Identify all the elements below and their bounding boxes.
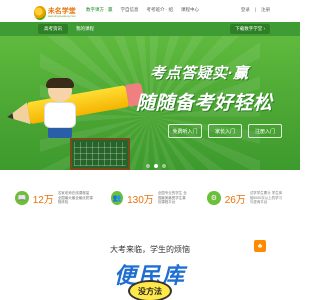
stats-row: 📖 12万 名家老师在线课程量 全国最大最全最优质课程体验 👥 130万 全国专…: [0, 178, 300, 218]
stat-description: 全国专业的学生 全国最美最受学生喜欢课程平台: [157, 191, 187, 205]
carousel-dots: [146, 164, 166, 168]
nav-item-4[interactable]: 课程中心: [181, 7, 199, 13]
users-icon: 👥: [111, 191, 124, 205]
stat-number: 130万: [127, 194, 154, 206]
site-logo[interactable]: 未名学堂 weimingxuetang.com: [34, 4, 76, 22]
register-link[interactable]: 注册: [261, 7, 270, 13]
stat-trials: ⚙ 26万 试学学生累计 学生体验5000次以上的学习与咨询平台: [207, 178, 285, 218]
gear-icon: ⚙: [207, 191, 221, 205]
stat-students: 👥 130万 全国专业的学生 全国最美最受学生喜欢课程平台: [111, 178, 189, 218]
book-icon: 📖: [15, 191, 29, 205]
logo-mark-icon: [34, 6, 46, 20]
hero-slogan-2: 随随备考好轻松: [136, 93, 273, 114]
sub-nav-bar: 高考资讯 我的课程 下载数字学堂 ›: [0, 22, 300, 36]
stat-courses: 📖 12万 名家老师在线课程量 全国最大最全最优质课程体验: [15, 178, 93, 218]
register-entry-button[interactable]: 注册入门: [248, 124, 282, 138]
nav-item-3[interactable]: 考考班介 · 绍: [147, 7, 174, 13]
hero-buttons: 免费听入门 家长入门 注册入门: [168, 124, 282, 138]
chalkboard-illustration: [70, 138, 130, 170]
stat-description: 试学学生累计 学生体验5000次以上的学习与咨询平台: [249, 191, 283, 205]
carousel-dot-2[interactable]: [154, 164, 158, 168]
speech-bubble: 没方法: [128, 280, 172, 300]
clover-icon: ♣: [254, 240, 266, 252]
main-nav: 数字课方 · 赢 学自信息 考考班介 · 绍 课程中心: [86, 7, 199, 13]
divider: |: [254, 7, 256, 12]
parent-entry-button[interactable]: 家长入门: [208, 124, 242, 138]
free-trial-button[interactable]: 免费听入门: [168, 124, 202, 138]
download-app-button[interactable]: 下载数字学堂 ›: [230, 24, 270, 34]
nav-item-2[interactable]: 学自信息: [121, 7, 139, 13]
stat-number: 12万: [32, 194, 54, 206]
login-link[interactable]: 登录: [241, 7, 250, 13]
carousel-dot-3[interactable]: [162, 164, 166, 168]
tab-my-courses[interactable]: 我的课程: [70, 24, 100, 34]
stat-number: 26万: [224, 194, 246, 206]
tab-exam-news[interactable]: 高考资讯: [38, 24, 68, 34]
logo-subtitle: weimingxuetang.com: [47, 14, 76, 18]
carousel-dot-1[interactable]: [146, 164, 150, 168]
student-character: [38, 78, 82, 138]
nav-item-1[interactable]: 数字课方 · 赢: [86, 7, 113, 13]
stat-description: 名家老师在线课程量 全国最大最全最优质课程体验: [57, 191, 93, 205]
hero-slogan-1: 考点答疑实·赢: [150, 65, 249, 82]
auth-links: 登录 | 注册: [241, 7, 270, 13]
hero-banner[interactable]: 考点答疑实·赢 随随备考好轻松 免费听入门 家长入门 注册入门: [0, 36, 300, 170]
